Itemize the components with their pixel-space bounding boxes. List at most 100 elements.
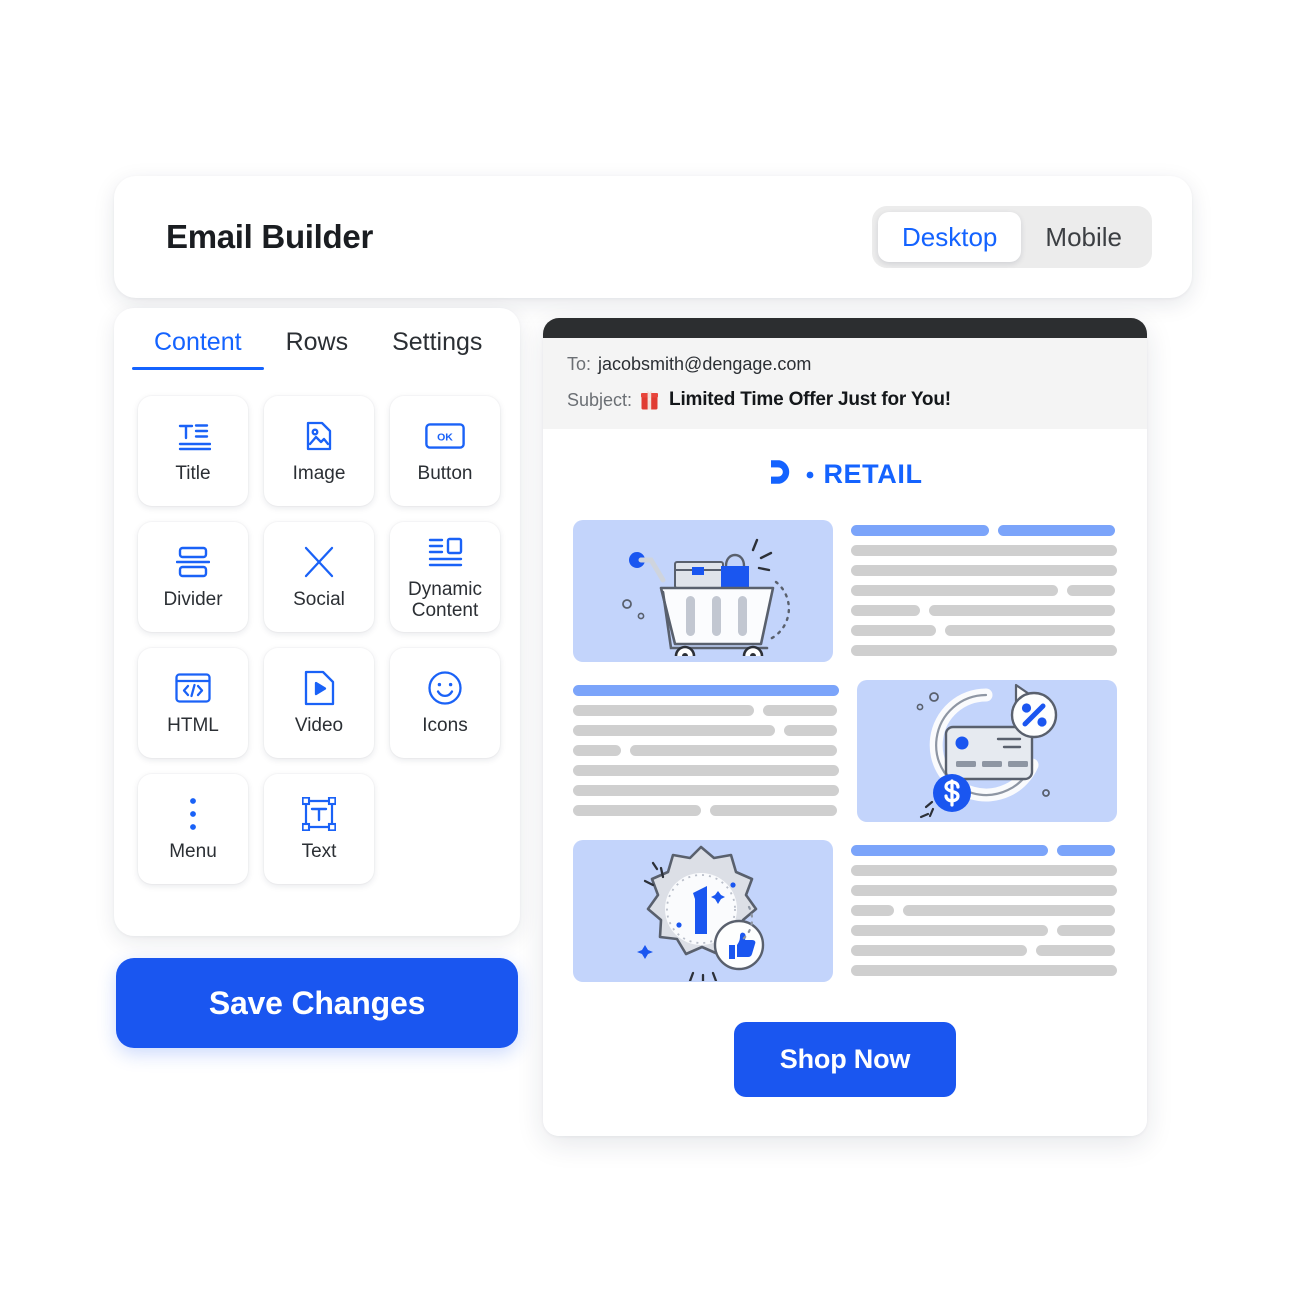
block-tile-menu[interactable]: Menu [138,774,248,884]
skeleton-bar [851,845,1048,856]
block-tile-label: HTML [167,715,219,737]
block-tile-label: Text [301,841,337,863]
skeleton-bar [851,865,1117,876]
skeleton-line-row [851,645,1117,656]
shop-now-button[interactable]: Shop Now [733,1022,957,1097]
text-box-icon [302,795,336,833]
smiley-icon [427,669,463,707]
toggle-mobile-button[interactable]: Mobile [1021,212,1146,262]
block-tile-text[interactable]: Text [264,774,374,884]
skeleton-line-row [573,725,839,736]
skeleton-line-row [573,685,839,696]
video-play-icon [303,669,335,707]
skeleton-bar [851,905,894,916]
block-tile-label: Dynamic Content [408,578,482,621]
shopping-cart-illustration [573,520,833,662]
skeleton-bar [1035,945,1116,956]
skeleton-text-column [573,680,839,822]
block-tile-image[interactable]: Image [264,396,374,506]
skeleton-bar [851,925,1048,936]
skeleton-line-row [851,525,1117,536]
image-icon [301,417,337,455]
html-code-icon [175,669,211,707]
block-tile-divider[interactable]: Divider [138,522,248,632]
block-tile-label: Image [292,463,346,485]
skeleton-line-row [851,925,1117,936]
skeleton-bar [1056,925,1116,936]
divider-icon [176,543,210,581]
skeleton-line-row [851,625,1117,636]
email-subject-row: Subject: Limited Time Offer Just for You… [567,389,1123,411]
skeleton-line-row [573,705,839,716]
subject-value: Limited Time Offer Just for You! [669,389,951,410]
tab-settings[interactable]: Settings [370,328,504,370]
tab-rows[interactable]: Rows [264,328,371,370]
email-meta-header: To: jacobsmith@dengage.com Subject: Limi… [543,338,1147,429]
email-content-row[interactable] [573,840,1117,982]
skeleton-text-column [851,840,1117,982]
skeleton-text-column [851,520,1117,662]
skeleton-bar [573,765,839,776]
content-blocks-panel: Content Rows Settings Title Image OK Button… [114,308,520,936]
block-tile-dynamic-content[interactable]: Dynamic Content [390,522,500,632]
cta-wrapper: Shop Now [573,1000,1117,1136]
skeleton-line-row [851,945,1117,956]
skeleton-line-row [851,845,1117,856]
block-tile-icons[interactable]: Icons [390,648,500,758]
tab-content[interactable]: Content [132,328,264,370]
skeleton-bar [902,905,1116,916]
skeleton-bar [1056,845,1116,856]
to-label: To: [567,354,592,374]
skeleton-line-row [851,585,1117,596]
skeleton-bar [851,965,1117,976]
skeleton-bar [709,805,838,816]
preview-titlebar [543,318,1147,338]
page-title: Email Builder [166,218,373,255]
skeleton-line-row [573,805,839,816]
dynamic-content-icon [427,533,463,571]
skeleton-bar [851,585,1059,596]
skeleton-bar [851,545,1117,556]
skeleton-bar [851,645,1117,656]
cashback-discount-illustration [857,680,1117,822]
block-tile-social[interactable]: Social [264,522,374,632]
skeleton-bar [784,725,838,736]
email-content-rows [573,520,1117,982]
skeleton-line-row [851,605,1117,616]
block-tile-html[interactable]: HTML [138,648,248,758]
skeleton-line-row [573,765,839,776]
skeleton-bar [945,625,1116,636]
email-content-row[interactable] [573,680,1117,822]
block-tile-label: Title [175,463,211,485]
email-content-row[interactable] [573,520,1117,662]
social-x-icon [302,543,336,581]
toggle-desktop-button[interactable]: Desktop [878,212,1022,262]
view-mode-toggle[interactable]: Desktop Mobile [872,206,1152,268]
block-tile-video[interactable]: Video [264,648,374,758]
panel-tabs: Content Rows Settings [114,308,520,370]
block-tile-label: Menu [169,841,217,863]
block-tile-title[interactable]: Title [138,396,248,506]
skeleton-line-row [851,545,1117,556]
skeleton-bar [851,605,921,616]
skeleton-bar [573,745,621,756]
email-body: RETAIL Shop Now [543,429,1147,1136]
brand-dot-icon [806,466,814,484]
skeleton-line-row [851,865,1117,876]
skeleton-line-row [573,745,839,756]
save-changes-button[interactable]: Save Changes [116,958,518,1048]
brand-name: RETAIL [823,459,923,489]
skeleton-bar [629,745,838,756]
block-tile-button[interactable]: OK Button [390,396,500,506]
brand-logo: RETAIL [573,457,1117,492]
block-tile-label: Button [417,463,473,485]
block-tile-grid: Title Image OK Button Divider Social Dynamic C… [114,370,520,884]
number-one-badge-illustration [573,840,833,982]
skeleton-bar [851,565,1117,576]
skeleton-bar [929,605,1116,616]
skeleton-line-row [851,965,1117,976]
skeleton-line-row [851,565,1117,576]
skeleton-bar [573,805,701,816]
block-tile-label: Divider [163,589,223,611]
skeleton-line-row [573,785,839,796]
